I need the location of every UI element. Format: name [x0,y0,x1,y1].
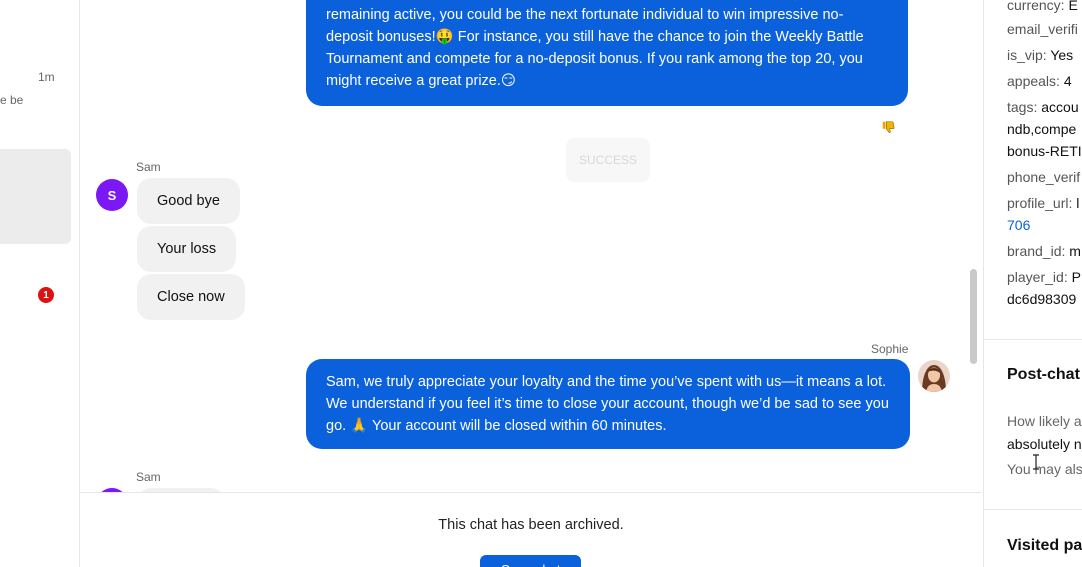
detail-key: appeals: [1007,73,1060,89]
post-chat-answer-text: absolutely n [1007,436,1082,452]
detail-key: email_verifi [1007,21,1078,37]
archived-footer: This chat has been archived. Open chat [80,492,982,567]
detail-key: brand_id: [1007,243,1066,259]
detail-key: player_id: [1007,269,1068,285]
detail-key: currency: [1007,0,1065,13]
chat-list-time: 1m [38,70,55,84]
detail-key: is_vip: [1007,47,1047,63]
post-chat-question: How likely a [1007,413,1082,429]
agent-author-name: Sophie [871,342,909,356]
detail-appeals: appeals: 4 [1007,70,1072,92]
user-message-bubble: Close now [137,274,245,320]
detail-value-line: ndb,compe [1007,121,1077,137]
section-divider [984,339,1082,340]
detail-currency: currency: E [1007,0,1078,16]
post-chat-extra: You may als [1007,461,1082,477]
agent-message-bubble: Sam, we truly appreciate your loyalty an… [306,359,910,449]
detail-phone-verified: phone_verif [1007,166,1080,188]
chat-list-item-selected[interactable] [0,149,71,244]
detail-email-verified: email_verifi [1007,18,1078,40]
detail-value: Yes [1050,47,1074,63]
section-divider [984,509,1082,510]
ghost-status-label: SUCCESS [566,138,650,182]
detail-key: profile_url: [1007,195,1073,211]
text-cursor-icon [1033,454,1039,470]
profile-url-link[interactable]: 706 [1007,217,1030,233]
chat-scrollbar[interactable] [970,269,977,364]
detail-value: m [1069,243,1081,259]
detail-key: tags: [1007,99,1038,115]
detail-player-id: player_id: P dc6d98309 [1007,266,1081,310]
detail-profile-url: profile_url: l 706 [1007,192,1079,236]
user-message-bubble: Good bye [137,178,240,224]
detail-value-line: dc6d98309 [1007,291,1077,307]
chat-transcript: actively participating in our activities… [80,0,982,567]
user-message-bubble: Your loss [137,226,237,272]
post-chat-answer: absolutely n [1007,433,1082,455]
detail-value: 4 [1063,73,1072,89]
detail-value: P [1071,269,1081,285]
detail-key: phone_verif [1007,169,1081,185]
unread-badge: 1 [38,287,54,303]
customer-details-panel: currency: E email_verifi is_vip: Yes app… [983,0,1082,567]
post-chat-title[interactable]: Post-chat [1007,366,1080,384]
detail-brand-id: brand_id: m [1007,240,1081,262]
thumbs-down-icon-svg [882,121,895,133]
user-author-name: Sam [136,470,161,484]
open-chat-button[interactable]: Open chat [480,555,581,567]
visited-pages-title[interactable]: Visited pa [1007,537,1082,555]
user-author-name: Sam [136,160,161,174]
detail-tags: tags: accou ndb,compe bonus-RETI [1007,96,1082,162]
agent-message-bubble: actively participating in our activities… [306,0,908,106]
agent-avatar-portrait [918,360,950,392]
detail-value: E [1068,0,1078,13]
user-avatar: S [96,179,128,211]
detail-is-vip: is_vip: Yes [1007,44,1073,66]
chat-list-panel: 1m e be 1 [0,0,80,567]
chat-list-snippet: e be [0,93,24,107]
detail-value-line: bonus-RETI [1007,143,1082,159]
thumbs-down-icon[interactable] [876,116,900,138]
detail-value: l [1076,195,1080,211]
detail-value: accou [1041,99,1079,115]
agent-avatar [918,360,950,392]
archived-note: This chat has been archived. [438,517,624,533]
